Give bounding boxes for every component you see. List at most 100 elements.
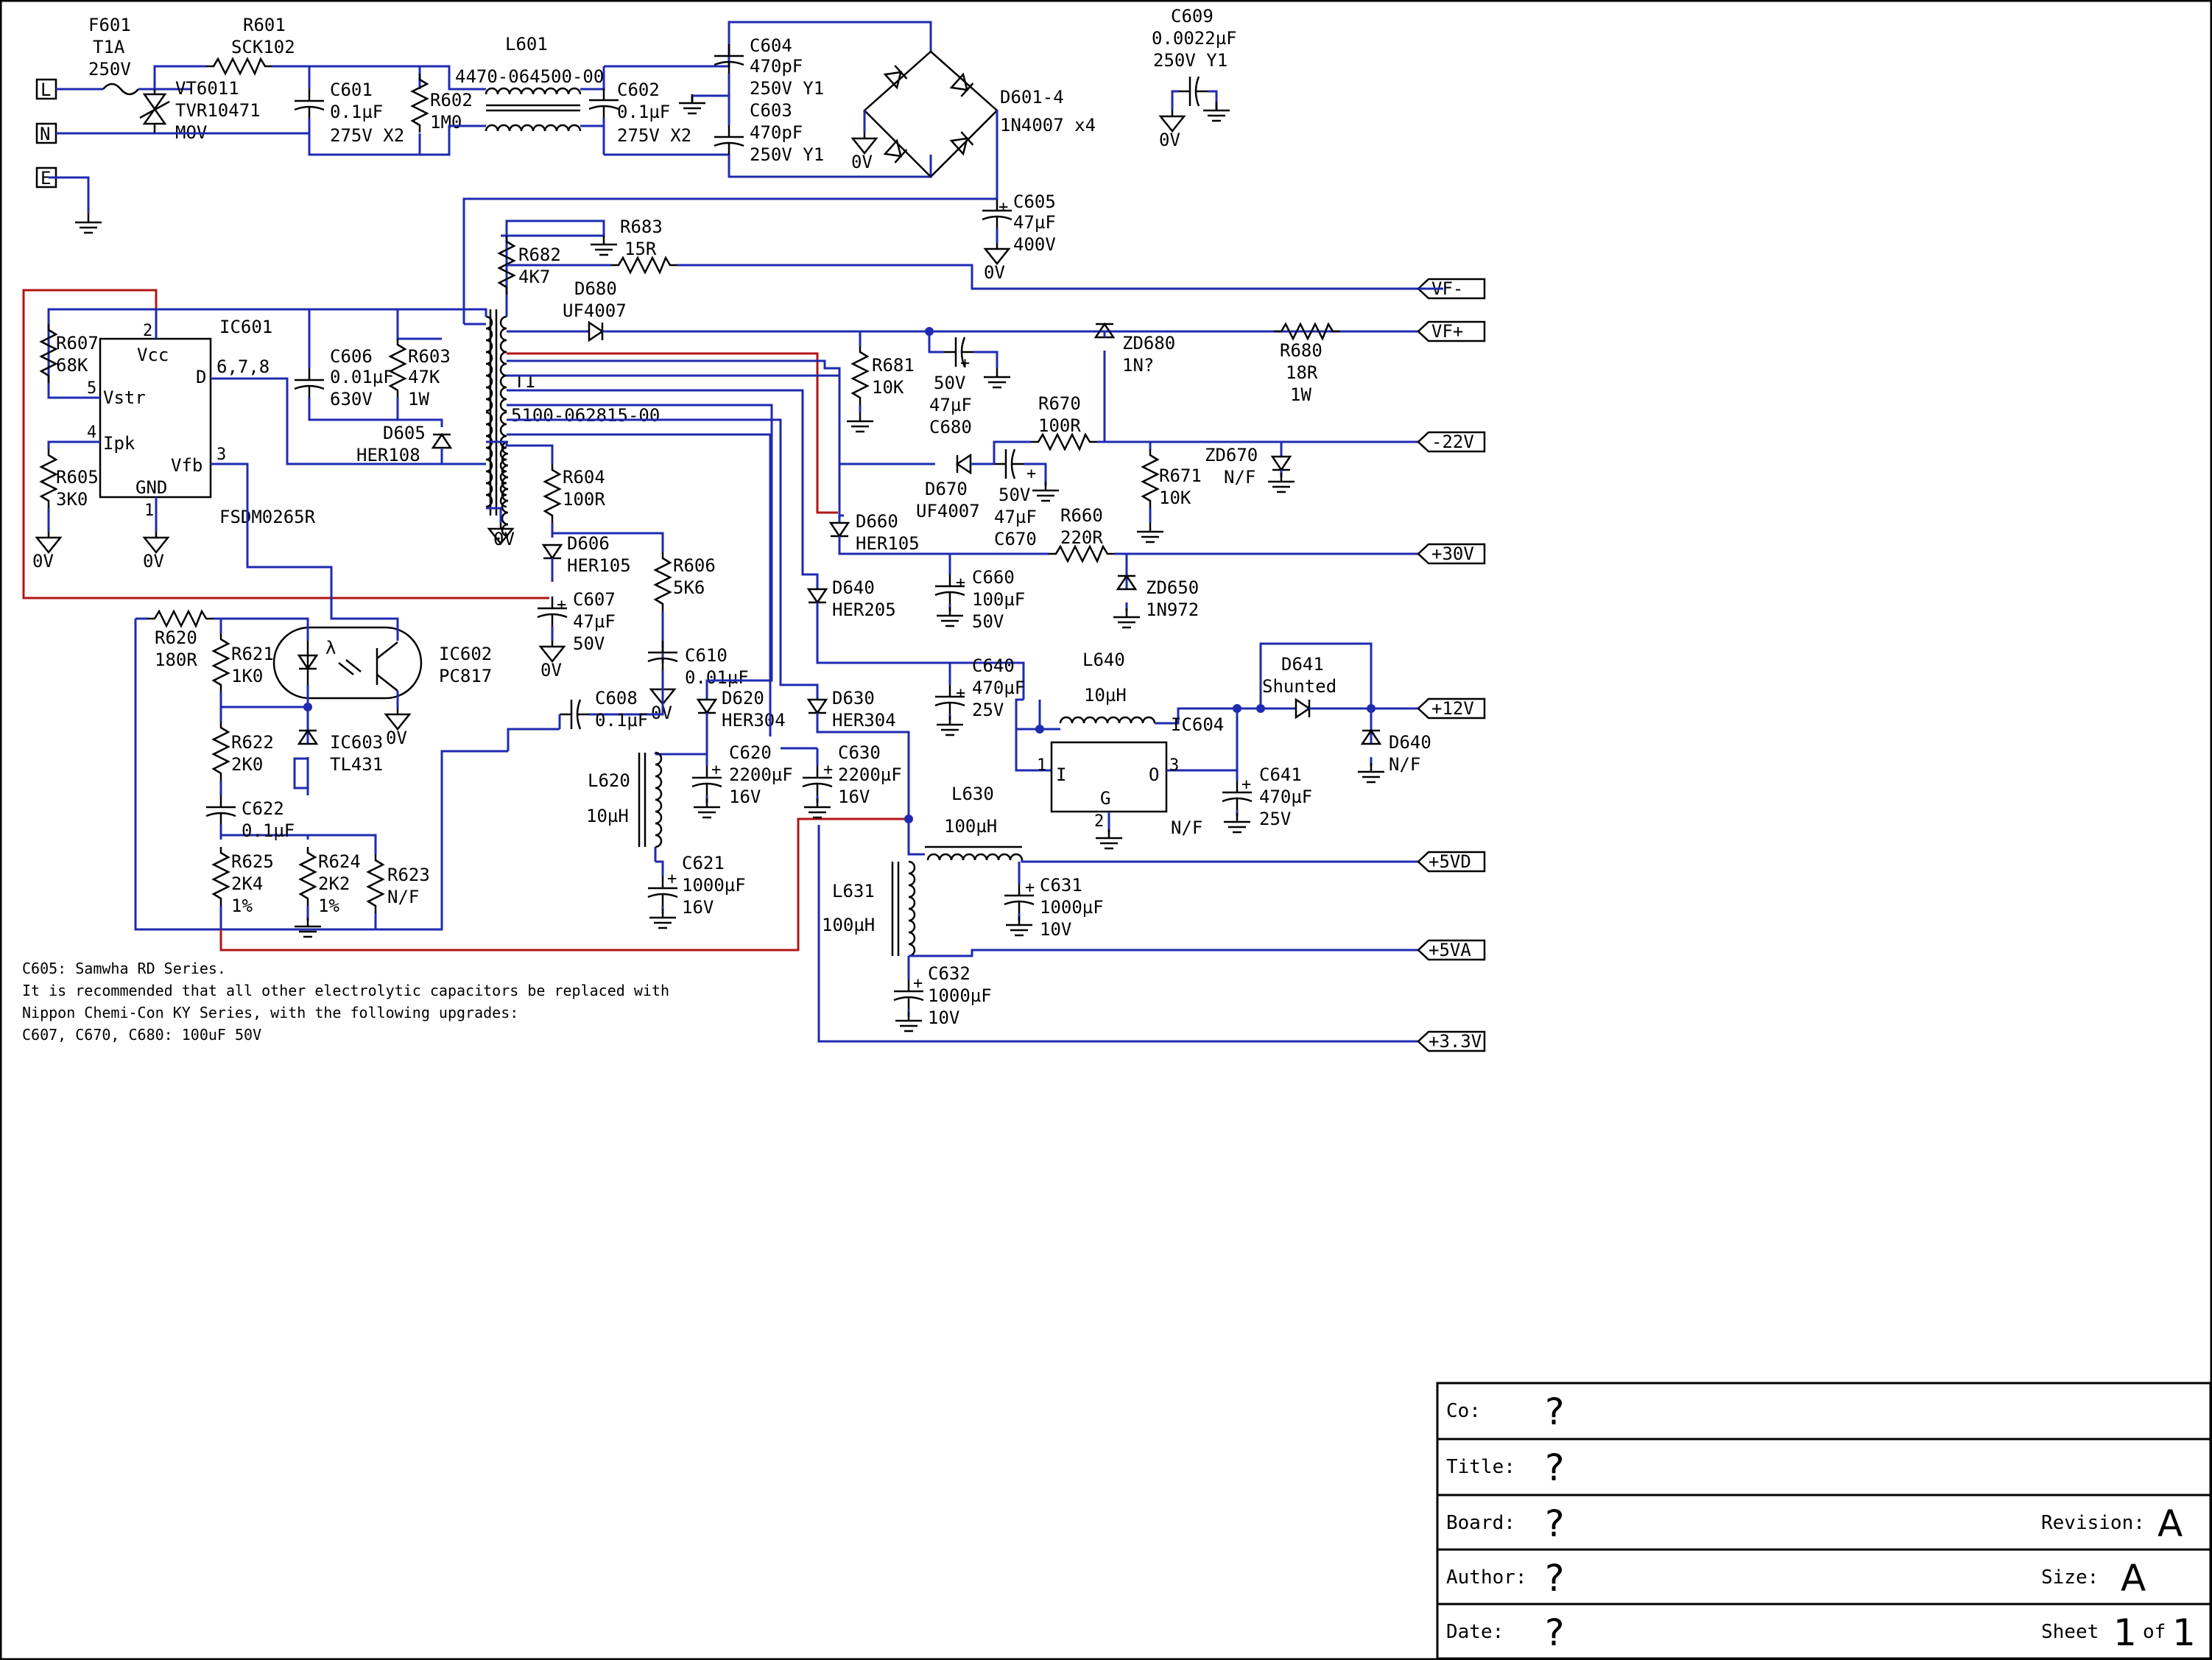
resistor-r625	[212, 845, 230, 907]
diode-d630	[807, 698, 828, 714]
pin-number-1: 1	[144, 502, 154, 520]
label-r606-value: 5K6	[673, 577, 705, 598]
label-l640-value: 10µH	[1084, 685, 1127, 706]
label-c604: C604	[750, 35, 792, 56]
svg-text:+: +	[956, 574, 965, 592]
tb-sheet-value: 1	[2113, 1611, 2137, 1654]
schematic-sheet: L N E F601 T1A 250V R601 SCK102 VT6011 T…	[0, 0, 2212, 1660]
ic604-pin-i: I	[1056, 764, 1066, 785]
label-c631: C631	[1040, 875, 1082, 896]
svg-text:+: +	[960, 354, 970, 373]
label-c632-rating: 10V	[928, 1007, 959, 1028]
label-r603: R603	[408, 346, 451, 367]
pin-number-5: 5	[87, 379, 96, 398]
resistor-r622	[212, 720, 230, 782]
svg-text:+: +	[998, 198, 1008, 217]
label-c606: C606	[330, 346, 373, 367]
label-c630-value: 2200µF	[838, 764, 902, 785]
conn-plus-12v: +12V	[1431, 698, 1474, 719]
label-c602-value: 0.1µF	[617, 102, 670, 122]
resistor-r620	[146, 610, 215, 627]
ic604-pin-2: 2	[1094, 812, 1104, 831]
label-c622: C622	[242, 798, 284, 819]
capacitor-c602	[588, 87, 620, 119]
label-r681: R681	[872, 355, 915, 376]
label-d670-value: UF4007	[916, 501, 980, 521]
diode-d640	[807, 588, 828, 604]
label-l630-value: 100µH	[944, 816, 997, 837]
label-l631-value: 100µH	[822, 915, 875, 935]
label-d641-value: Shunted	[1262, 676, 1336, 697]
label-c632: C632	[928, 963, 971, 984]
label-vt-type: TVR10471	[175, 100, 261, 121]
inductor-l631	[907, 860, 916, 957]
label-c601: C601	[330, 80, 373, 100]
tb-author-value: ?	[1545, 1557, 1565, 1600]
label-c606-rating: 630V	[330, 389, 373, 409]
pin-d: D	[196, 367, 206, 387]
diode-d660	[829, 521, 850, 538]
label-r623-value: N/F	[387, 887, 419, 907]
label-ic601: IC601	[219, 317, 272, 337]
label-c621-rating: 16V	[682, 897, 714, 918]
label-d630: D630	[832, 688, 875, 708]
label-ic603: IC603	[330, 732, 383, 753]
input-connectors: L N E	[35, 78, 57, 189]
tb-size-value: A	[2121, 1557, 2146, 1600]
label-r625-tol: 1%	[231, 896, 253, 916]
diode-d680	[588, 321, 604, 342]
capacitor-c609	[1177, 75, 1209, 108]
tb-date-value: ?	[1545, 1611, 1565, 1654]
tb-size-label: Size:	[2041, 1566, 2099, 1589]
label-d640: D640	[832, 577, 875, 598]
label-r602-value: 1M0	[430, 112, 462, 133]
tb-date-label: Date:	[1446, 1621, 1504, 1643]
capacitor-c622	[205, 794, 237, 826]
label-l631: L631	[832, 881, 875, 901]
label-l630: L630	[951, 784, 994, 804]
label-zd650-value: 1N972	[1146, 599, 1199, 620]
label-r624: R624	[318, 851, 361, 872]
label-r670: R670	[1038, 393, 1081, 414]
label-c609: C609	[1171, 6, 1214, 27]
label-t1: T1	[514, 371, 535, 392]
ic604-pin-1: 1	[1037, 756, 1046, 775]
inductor-l620	[654, 751, 663, 848]
label-c670-value: 47µF	[994, 507, 1037, 527]
label-d670: D670	[925, 479, 968, 499]
label-zd680-value: 1N?	[1122, 355, 1154, 376]
label-ic602: IC602	[439, 644, 492, 664]
note-line-1: C605: Samwha RD Series.	[22, 960, 226, 977]
output-connectors: VF- VF+ -22V +30V +12V +5VD +5VA +3.3V	[1417, 278, 1486, 1052]
label-c621-value: 1000µF	[682, 875, 746, 896]
label-c621: C621	[682, 853, 725, 873]
label-c641-value: 470µF	[1259, 787, 1312, 807]
label-c622-value: 0.1µF	[242, 820, 295, 841]
tb-title-value: ?	[1545, 1446, 1565, 1489]
inductor-l640	[1059, 716, 1156, 725]
label-zd650: ZD650	[1146, 577, 1199, 598]
label-c660-value: 100µF	[972, 589, 1025, 610]
label-r625: R625	[231, 851, 274, 872]
label-c610-value: 0.01µF	[685, 667, 749, 688]
tb-revision-value: A	[2158, 1502, 2183, 1545]
label-c601-rating: 275V X2	[330, 125, 404, 146]
label-ic601-type: FSDM0265R	[219, 507, 316, 527]
diode-d606	[542, 544, 563, 560]
label-f601-rating: T1A	[93, 37, 125, 57]
inductor-l601-b	[485, 124, 582, 133]
label-c605-value: 47µF	[1013, 212, 1056, 233]
label-0v-ic601: 0V	[143, 551, 164, 571]
label-d640-value: HER205	[832, 599, 896, 620]
label-r670-value: 100R	[1038, 415, 1081, 436]
resistor-r623	[367, 853, 384, 915]
pin-vcc: Vcc	[137, 345, 169, 365]
label-c603: C603	[750, 100, 792, 121]
label-c603-rating: 250V Y1	[750, 144, 824, 165]
label-c640: C640	[972, 655, 1015, 676]
label-d606-value: HER105	[567, 555, 631, 576]
label-c604-value: 470pF	[750, 56, 803, 77]
fuse-f601	[102, 82, 139, 96]
label-r607-value: 68K	[56, 355, 88, 376]
label-ic602-value: PC817	[439, 666, 492, 686]
